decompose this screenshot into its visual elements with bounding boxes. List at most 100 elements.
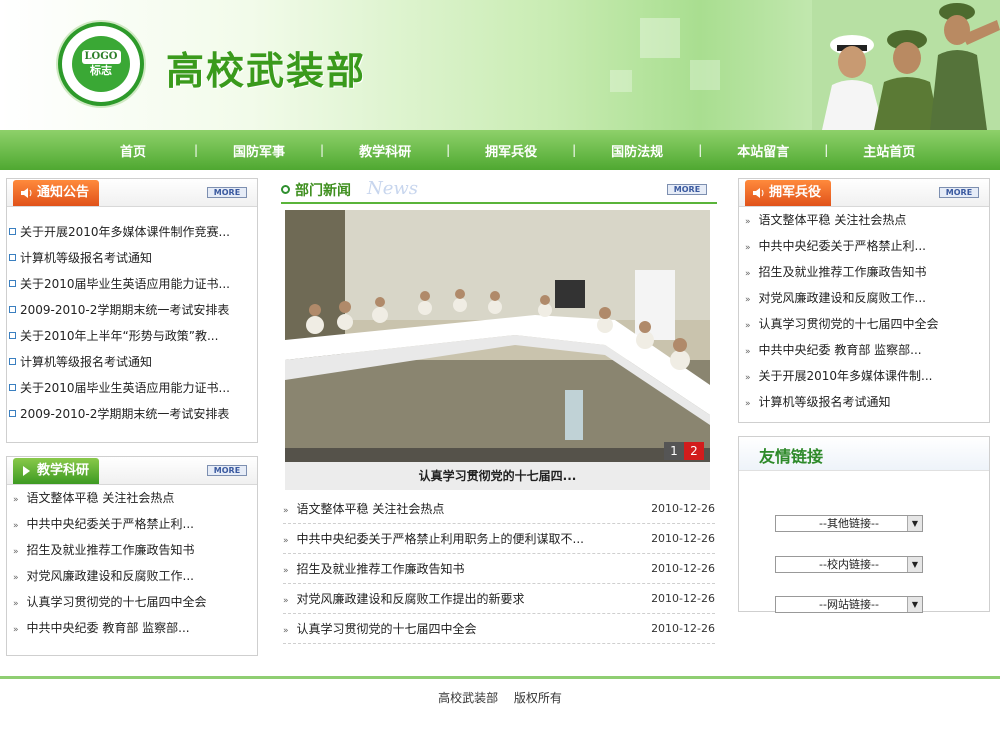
logo-badge: LOGO 标志: [72, 36, 130, 92]
list-item-label: 关于2010年上半年“形势与政策”教...: [20, 329, 219, 343]
list-item[interactable]: 2009-2010-2学期期末统一考试安排表: [9, 401, 257, 427]
news-row[interactable]: » 招生及就业推荐工作廉政告知书 2010-12-26: [283, 554, 715, 584]
bullet-icon: [9, 306, 16, 313]
support-more-button[interactable]: MORE: [939, 187, 979, 198]
double-arrow-icon: »: [745, 295, 751, 305]
list-item[interactable]: » 对党风廉政建设和反腐败工作...: [13, 563, 257, 589]
list-item[interactable]: 关于2010年上半年“形势与政策”教...: [9, 323, 257, 349]
teaching-panel: 教学科研 MORE » 语文整体平稳 关注社会热点 » 中共中央纪委关于严格禁止利.…: [6, 456, 258, 656]
list-item[interactable]: » 语文整体平稳 关注社会热点: [745, 207, 989, 233]
chevron-down-icon[interactable]: ▼: [907, 557, 922, 572]
bullet-icon: [9, 254, 16, 261]
other-links-select[interactable]: --其他链接-- ▼: [775, 515, 923, 532]
double-arrow-icon: »: [283, 566, 289, 576]
list-item[interactable]: » 中共中央纪委 教育部 监察部...: [13, 615, 257, 641]
news-date: 2010-12-26: [651, 622, 715, 635]
list-item[interactable]: » 计算机等级报名考试通知: [745, 389, 989, 415]
list-item[interactable]: » 认真学习贯彻党的十七届四中全会: [745, 311, 989, 337]
list-item-label: 对党风廉政建设和反腐败工作...: [758, 291, 926, 305]
dept-news-more-button[interactable]: MORE: [667, 184, 707, 195]
news-row[interactable]: » 认真学习贯彻党的十七届四中全会 2010-12-26: [283, 614, 715, 644]
pager-button-2[interactable]: 2: [684, 442, 704, 460]
list-item-label: 招生及就业推荐工作廉政告知书: [26, 543, 195, 557]
nav-item-support[interactable]: 拥军兵役: [450, 141, 572, 160]
list-item[interactable]: » 中共中央纪委关于严格禁止利...: [745, 233, 989, 259]
double-arrow-icon: »: [13, 495, 19, 505]
news-photo[interactable]: [285, 210, 710, 462]
support-panel-header: 拥军兵役 MORE: [739, 179, 989, 207]
list-item-label: 招生及就业推荐工作廉政告知书: [758, 265, 927, 279]
list-item-label: 计算机等级报名考试通知: [758, 395, 891, 409]
news-date: 2010-12-26: [651, 592, 715, 605]
double-arrow-icon: »: [745, 347, 751, 357]
double-arrow-icon: »: [13, 573, 19, 583]
list-item[interactable]: » 语文整体平稳 关注社会热点: [13, 485, 257, 511]
photo-pager: 1 2: [664, 442, 704, 460]
list-item[interactable]: » 认真学习贯彻党的十七届四中全会: [13, 589, 257, 615]
logo-bottom-text: 标志: [90, 64, 112, 77]
list-item[interactable]: » 中共中央纪委 教育部 监察部...: [745, 337, 989, 363]
nav-item-main-site[interactable]: 主站首页: [828, 141, 950, 160]
nav-item-teaching[interactable]: 教学科研: [324, 141, 446, 160]
news-row[interactable]: » 对党风廉政建设和反腐败工作提出的新要求 2010-12-26: [283, 584, 715, 614]
double-arrow-icon: »: [283, 596, 289, 606]
list-item-label: 中共中央纪委关于严格禁止利...: [758, 239, 926, 253]
website-links-select[interactable]: --网站链接-- ▼: [775, 596, 923, 613]
list-item-label: 关于2010届毕业生英语应用能力证书...: [20, 381, 230, 395]
list-item-label: 计算机等级报名考试通知: [20, 251, 153, 265]
news-row[interactable]: » 中共中央纪委关于严格禁止利用职务上的便利谋取不... 2010-12-26: [283, 524, 715, 554]
double-arrow-icon: »: [283, 536, 289, 546]
list-item[interactable]: 计算机等级报名考试通知: [9, 245, 257, 271]
double-arrow-icon: »: [745, 243, 751, 253]
list-item-label: 2009-2010-2学期期末统一考试安排表: [20, 407, 230, 421]
list-item[interactable]: 2009-2010-2学期期末统一考试安排表: [9, 297, 257, 323]
double-arrow-icon: »: [283, 506, 289, 516]
list-item[interactable]: 关于2010届毕业生英语应用能力证书...: [9, 271, 257, 297]
site-header: LOGO 标志 高校武装部: [0, 0, 1000, 130]
list-item[interactable]: 关于2010届毕业生英语应用能力证书...: [9, 375, 257, 401]
list-item-label: 关于开展2010年多媒体课件制...: [758, 369, 933, 383]
double-arrow-icon: »: [745, 399, 751, 409]
teaching-title: 教学科研: [37, 463, 90, 478]
site-logo[interactable]: LOGO 标志: [58, 22, 144, 106]
support-panel: 拥军兵役 MORE » 语文整体平稳 关注社会热点 » 中共中央纪委关于严格禁止利.…: [738, 178, 990, 423]
list-item[interactable]: » 关于开展2010年多媒体课件制...: [745, 363, 989, 389]
pager-button-1[interactable]: 1: [664, 442, 684, 460]
news-title: 语文整体平稳 关注社会热点: [296, 502, 445, 516]
chevron-down-icon[interactable]: ▼: [907, 516, 922, 531]
campus-links-select[interactable]: --校内链接-- ▼: [775, 556, 923, 573]
list-item[interactable]: 关于开展2010年多媒体课件制作竞赛...: [9, 219, 257, 245]
notice-more-button[interactable]: MORE: [207, 187, 247, 198]
nav-item-guestbook[interactable]: 本站留言: [702, 141, 824, 160]
nav-item-defense[interactable]: 国防军事: [198, 141, 320, 160]
list-item[interactable]: » 对党风廉政建设和反腐败工作...: [745, 285, 989, 311]
dept-news-title: 部门新闻: [295, 183, 351, 199]
list-item-label: 语文整体平稳 关注社会热点: [26, 491, 175, 505]
links-title: 友情链接: [759, 447, 824, 466]
list-item-label: 认真学习贯彻党的十七届四中全会: [758, 317, 939, 331]
list-item[interactable]: » 中共中央纪委关于严格禁止利...: [13, 511, 257, 537]
select-value: --校内链接--: [819, 558, 879, 571]
bullet-icon: [9, 384, 16, 391]
double-arrow-icon: »: [13, 547, 19, 557]
double-arrow-icon: »: [13, 625, 19, 635]
list-item[interactable]: » 招生及就业推荐工作廉政告知书: [13, 537, 257, 563]
list-item-label: 中共中央纪委 教育部 监察部...: [26, 621, 190, 635]
bullet-icon: [9, 410, 16, 417]
teaching-more-button[interactable]: MORE: [207, 465, 247, 476]
nav-item-home[interactable]: 首页: [72, 141, 194, 160]
news-date: 2010-12-26: [651, 562, 715, 575]
speaker-icon: [21, 188, 32, 198]
list-item-label: 认真学习贯彻党的十七届四中全会: [26, 595, 207, 609]
chevron-down-icon[interactable]: ▼: [907, 597, 922, 612]
list-item-label: 关于开展2010年多媒体课件制作竞赛...: [20, 225, 230, 239]
news-row[interactable]: » 语文整体平稳 关注社会热点 2010-12-26: [283, 494, 715, 524]
news-title: 中共中央纪委关于严格禁止利用职务上的便利谋取不...: [296, 532, 584, 546]
news-title: 招生及就业推荐工作廉政告知书: [296, 562, 465, 576]
list-item[interactable]: 计算机等级报名考试通知: [9, 349, 257, 375]
nav-item-laws[interactable]: 国防法规: [576, 141, 698, 160]
list-item[interactable]: » 招生及就业推荐工作廉政告知书: [745, 259, 989, 285]
photo-caption[interactable]: 认真学习贯彻党的十七届四...: [285, 462, 710, 490]
links-panel-header: 友情链接: [739, 437, 989, 471]
bullet-icon: [9, 280, 16, 287]
